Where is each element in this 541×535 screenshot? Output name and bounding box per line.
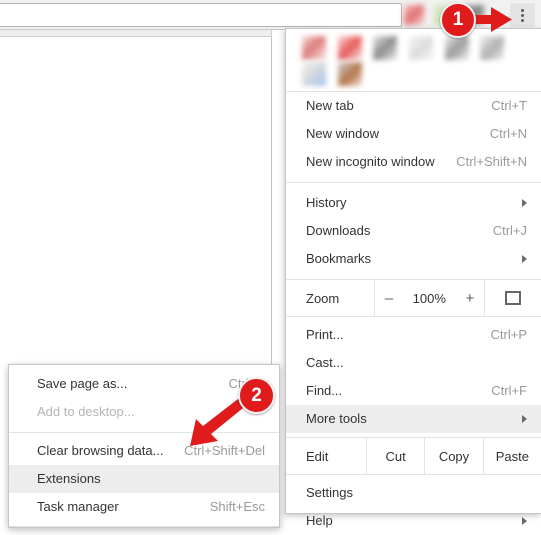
menu-item-label: Settings <box>306 485 353 500</box>
menu-extension-icon-grid <box>286 29 541 91</box>
chevron-right-icon <box>522 517 527 525</box>
menu-item-label: Downloads <box>306 223 371 238</box>
kebab-dot-icon <box>521 19 524 22</box>
toolbar-extension-icon-1[interactable] <box>404 5 424 25</box>
menu-item-help[interactable]: Help <box>286 507 541 535</box>
cut-button[interactable]: Cut <box>366 438 424 474</box>
menu-item-label: History <box>306 195 347 210</box>
extension-icon-1[interactable] <box>302 36 326 60</box>
address-bar-input[interactable] <box>0 3 402 27</box>
menu-item-label: New incognito window <box>306 154 435 169</box>
extension-icon-3[interactable] <box>373 36 398 60</box>
menu-item-more-tools[interactable]: More tools <box>286 405 541 433</box>
annotation-badge-2: 2 <box>238 377 275 414</box>
menu-item-label: New tab <box>306 98 354 113</box>
kebab-dot-icon <box>521 9 524 12</box>
menu-item-label: Find... <box>306 383 343 398</box>
menu-edit-row: Edit Cut Copy Paste <box>286 438 541 474</box>
menu-item-label: New window <box>306 126 379 141</box>
menu-item-bookmarks[interactable]: Bookmarks <box>286 245 541 273</box>
paste-button[interactable]: Paste <box>482 438 541 474</box>
menu-divider <box>286 182 541 183</box>
submenu-item-accelerator: Shift+Esc <box>209 499 265 514</box>
menu-item-label: Help <box>306 513 333 528</box>
menu-item-label: Print... <box>306 327 344 342</box>
menu-item-label: Cast... <box>306 355 344 370</box>
submenu-item-extensions[interactable]: Extensions <box>9 465 279 493</box>
menu-item-accelerator: Ctrl+Shift+N <box>456 154 527 169</box>
menu-divider <box>286 316 541 317</box>
submenu-item-label: Clear browsing data... <box>37 443 164 458</box>
screenshot-root: New tab Ctrl+T New window Ctrl+N New inc… <box>0 0 541 535</box>
submenu-item-label: Task manager <box>37 499 119 514</box>
chevron-right-icon <box>522 199 527 207</box>
menu-item-accelerator: Ctrl+N <box>489 126 527 141</box>
menu-item-accelerator: Ctrl+F <box>491 383 527 398</box>
menu-item-label: Bookmarks <box>306 251 372 266</box>
web-page-viewport <box>0 37 272 367</box>
zoom-level-value: 100% <box>412 290 446 306</box>
fullscreen-button[interactable] <box>484 280 541 316</box>
extension-icon-7[interactable] <box>302 62 326 86</box>
copy-button[interactable]: Copy <box>424 438 482 474</box>
kebab-dot-icon <box>521 14 524 17</box>
menu-item-label: More tools <box>306 411 367 426</box>
zoom-controls: – 100% + <box>374 280 484 316</box>
zoom-out-button[interactable]: – <box>385 290 393 307</box>
menu-item-find[interactable]: Find... Ctrl+F <box>286 377 541 405</box>
menu-item-print[interactable]: Print... Ctrl+P <box>286 321 541 349</box>
submenu-item-accelerator: Ctrl+Shift+I <box>200 531 265 535</box>
submenu-item-label: Extensions <box>37 471 101 486</box>
extension-icon-4[interactable] <box>408 36 433 60</box>
extension-icon-8[interactable] <box>337 62 362 86</box>
menu-item-accelerator: Ctrl+P <box>490 327 527 342</box>
bookmarks-bar <box>0 30 272 37</box>
zoom-in-button[interactable]: + <box>465 290 474 307</box>
menu-item-new-window[interactable]: New window Ctrl+N <box>286 120 541 148</box>
submenu-item-label: Add to desktop... <box>37 404 135 419</box>
menu-item-settings[interactable]: Settings <box>286 479 541 507</box>
menu-item-new-tab[interactable]: New tab Ctrl+T <box>286 92 541 120</box>
chevron-right-icon <box>522 415 527 423</box>
menu-item-accelerator: Ctrl+T <box>491 98 527 113</box>
extension-icon-2[interactable] <box>337 36 362 60</box>
submenu-item-developer-tools[interactable]: Developer tools Ctrl+Shift+I <box>9 531 279 535</box>
chevron-right-icon <box>522 255 527 263</box>
menu-item-downloads[interactable]: Downloads Ctrl+J <box>286 217 541 245</box>
chrome-main-menu: New tab Ctrl+T New window Ctrl+N New inc… <box>285 28 541 528</box>
fullscreen-icon <box>505 291 521 305</box>
submenu-divider <box>9 526 279 527</box>
extension-icon-6[interactable] <box>480 36 505 60</box>
menu-divider <box>286 474 541 475</box>
submenu-item-task-manager[interactable]: Task manager Shift+Esc <box>9 493 279 521</box>
menu-zoom-row: Zoom – 100% + <box>286 280 541 316</box>
submenu-item-label: Save page as... <box>37 376 128 391</box>
menu-item-cast[interactable]: Cast... <box>286 349 541 377</box>
zoom-label: Zoom <box>306 290 340 306</box>
edit-label: Edit <box>306 448 329 464</box>
menu-item-accelerator: Ctrl+J <box>492 223 527 238</box>
extension-icon-5[interactable] <box>444 36 469 60</box>
annotation-badge-1: 1 <box>440 2 476 38</box>
menu-item-new-incognito-window[interactable]: New incognito window Ctrl+Shift+N <box>286 148 541 176</box>
menu-item-history[interactable]: History <box>286 189 541 217</box>
